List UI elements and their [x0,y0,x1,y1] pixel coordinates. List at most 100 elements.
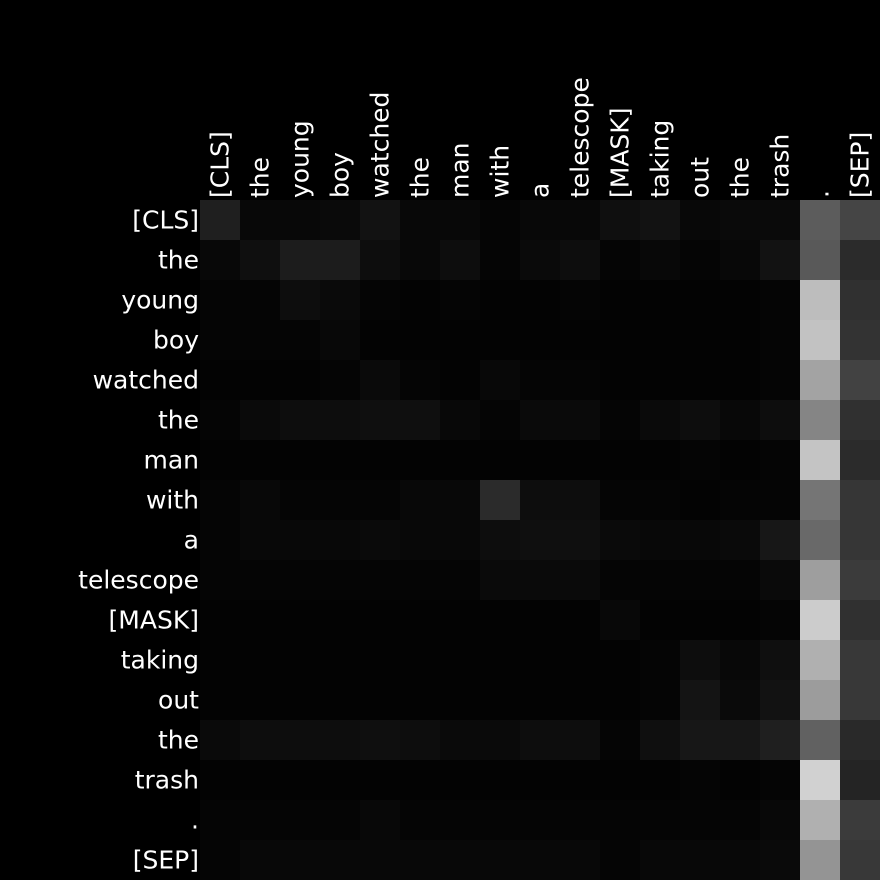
y-tick-label: out [158,686,199,715]
heatmap-cell-r15-c6 [440,800,480,840]
heatmap-cell-r8-c15 [800,520,840,560]
heatmap-cell-r8-c5 [400,520,440,560]
heatmap-cell-r12-c12 [680,680,720,720]
heatmap-cell-r5-c11 [640,400,680,440]
heatmap-cell-r16-c0 [200,840,240,880]
heatmap-cell-r3-c11 [640,320,680,360]
heatmap-cell-r6-c15 [800,440,840,480]
heatmap-cell-r6-c12 [680,440,720,480]
x-tick-label: [MASK] [606,108,635,198]
heatmap-cell-r14-c15 [800,760,840,800]
heatmap-cell-r1-c9 [560,240,600,280]
y-tick-label: a [184,526,199,555]
heatmap-cell-r14-c1 [240,760,280,800]
heatmap-cell-r11-c2 [280,640,320,680]
y-tick-label: young [121,286,199,315]
heatmap-cell-r2-c0 [200,280,240,320]
heatmap-cell-r3-c16 [840,320,880,360]
heatmap-cell-r9-c14 [760,560,800,600]
x-tick-label: man [446,142,475,198]
heatmap-cell-r7-c2 [280,480,320,520]
heatmap-cell-r9-c0 [200,560,240,600]
heatmap-cell-r13-c7 [480,720,520,760]
heatmap-cell-r9-c16 [840,560,880,600]
y-tick-label: the [158,246,199,275]
heatmap-cell-r13-c15 [800,720,840,760]
y-tick-label: watched [93,366,199,395]
heatmap-cell-r10-c9 [560,600,600,640]
heatmap-cell-r9-c5 [400,560,440,600]
heatmap-cell-r8-c8 [520,520,560,560]
heatmap-cell-r16-c13 [720,840,760,880]
heatmap-cell-r2-c1 [240,280,280,320]
heatmap-cell-r13-c10 [600,720,640,760]
heatmap-cell-r16-c1 [240,840,280,880]
heatmap-cell-r9-c2 [280,560,320,600]
heatmap-cell-r0-c7 [480,200,520,240]
heatmap-cell-r8-c14 [760,520,800,560]
heatmap-cell-r10-c14 [760,600,800,640]
heatmap-cell-r3-c9 [560,320,600,360]
heatmap-cell-r2-c14 [760,280,800,320]
heatmap-cell-r4-c11 [640,360,680,400]
heatmap-cell-r6-c11 [640,440,680,480]
heatmap-cell-r5-c16 [840,400,880,440]
heatmap-cell-r0-c16 [840,200,880,240]
heatmap-cell-r16-c9 [560,840,600,880]
heatmap-cell-r4-c10 [600,360,640,400]
heatmap-cell-r1-c8 [520,240,560,280]
heatmap-cell-r12-c14 [760,680,800,720]
heatmap-cell-r15-c7 [480,800,520,840]
heatmap-cell-r2-c6 [440,280,480,320]
heatmap-cell-r13-c3 [320,720,360,760]
heatmap-cell-r10-c0 [200,600,240,640]
heatmap-cell-r13-c5 [400,720,440,760]
heatmap-cell-r14-c16 [840,760,880,800]
x-tick-label: taking [646,120,675,198]
heatmap-cell-r5-c13 [720,400,760,440]
heatmap-cell-r10-c5 [400,600,440,640]
heatmap-cell-r14-c13 [720,760,760,800]
heatmap-cell-r6-c3 [320,440,360,480]
heatmap-cell-r12-c4 [360,680,400,720]
heatmap-cell-r12-c1 [240,680,280,720]
heatmap-cell-r5-c10 [600,400,640,440]
heatmap-cell-r9-c7 [480,560,520,600]
heatmap-cell-r2-c9 [560,280,600,320]
heatmap-cell-r8-c7 [480,520,520,560]
heatmap-cell-r6-c1 [240,440,280,480]
heatmap-cell-r6-c14 [760,440,800,480]
heatmap-cell-r3-c15 [800,320,840,360]
heatmap-cell-r14-c11 [640,760,680,800]
heatmap-cell-r8-c1 [240,520,280,560]
heatmap-cell-r9-c13 [720,560,760,600]
heatmap-cell-r5-c0 [200,400,240,440]
heatmap-cell-r14-c4 [360,760,400,800]
heatmap-cell-r10-c1 [240,600,280,640]
heatmap-cell-r10-c6 [440,600,480,640]
heatmap-cell-r1-c0 [200,240,240,280]
heatmap-cell-r16-c14 [760,840,800,880]
heatmap-cell-r16-c6 [440,840,480,880]
heatmap-cell-r4-c2 [280,360,320,400]
heatmap-cell-r15-c10 [600,800,640,840]
heatmap-cell-r2-c4 [360,280,400,320]
heatmap-cell-r8-c4 [360,520,400,560]
heatmap-cell-r4-c14 [760,360,800,400]
heatmap-cell-r13-c6 [440,720,480,760]
heatmap-cell-r1-c5 [400,240,440,280]
heatmap-cell-r14-c0 [200,760,240,800]
heatmap-cell-r13-c9 [560,720,600,760]
heatmap-cell-r2-c12 [680,280,720,320]
heatmap-cell-r15-c11 [640,800,680,840]
heatmap-cell-r15-c14 [760,800,800,840]
heatmap-cell-r0-c11 [640,200,680,240]
heatmap-cell-r12-c6 [440,680,480,720]
heatmap-cell-r7-c1 [240,480,280,520]
heatmap-cell-r5-c5 [400,400,440,440]
heatmap-cell-r0-c1 [240,200,280,240]
heatmap-cell-r2-c16 [840,280,880,320]
heatmap-cell-r12-c7 [480,680,520,720]
heatmap-cells [200,200,880,880]
heatmap-cell-r3-c1 [240,320,280,360]
